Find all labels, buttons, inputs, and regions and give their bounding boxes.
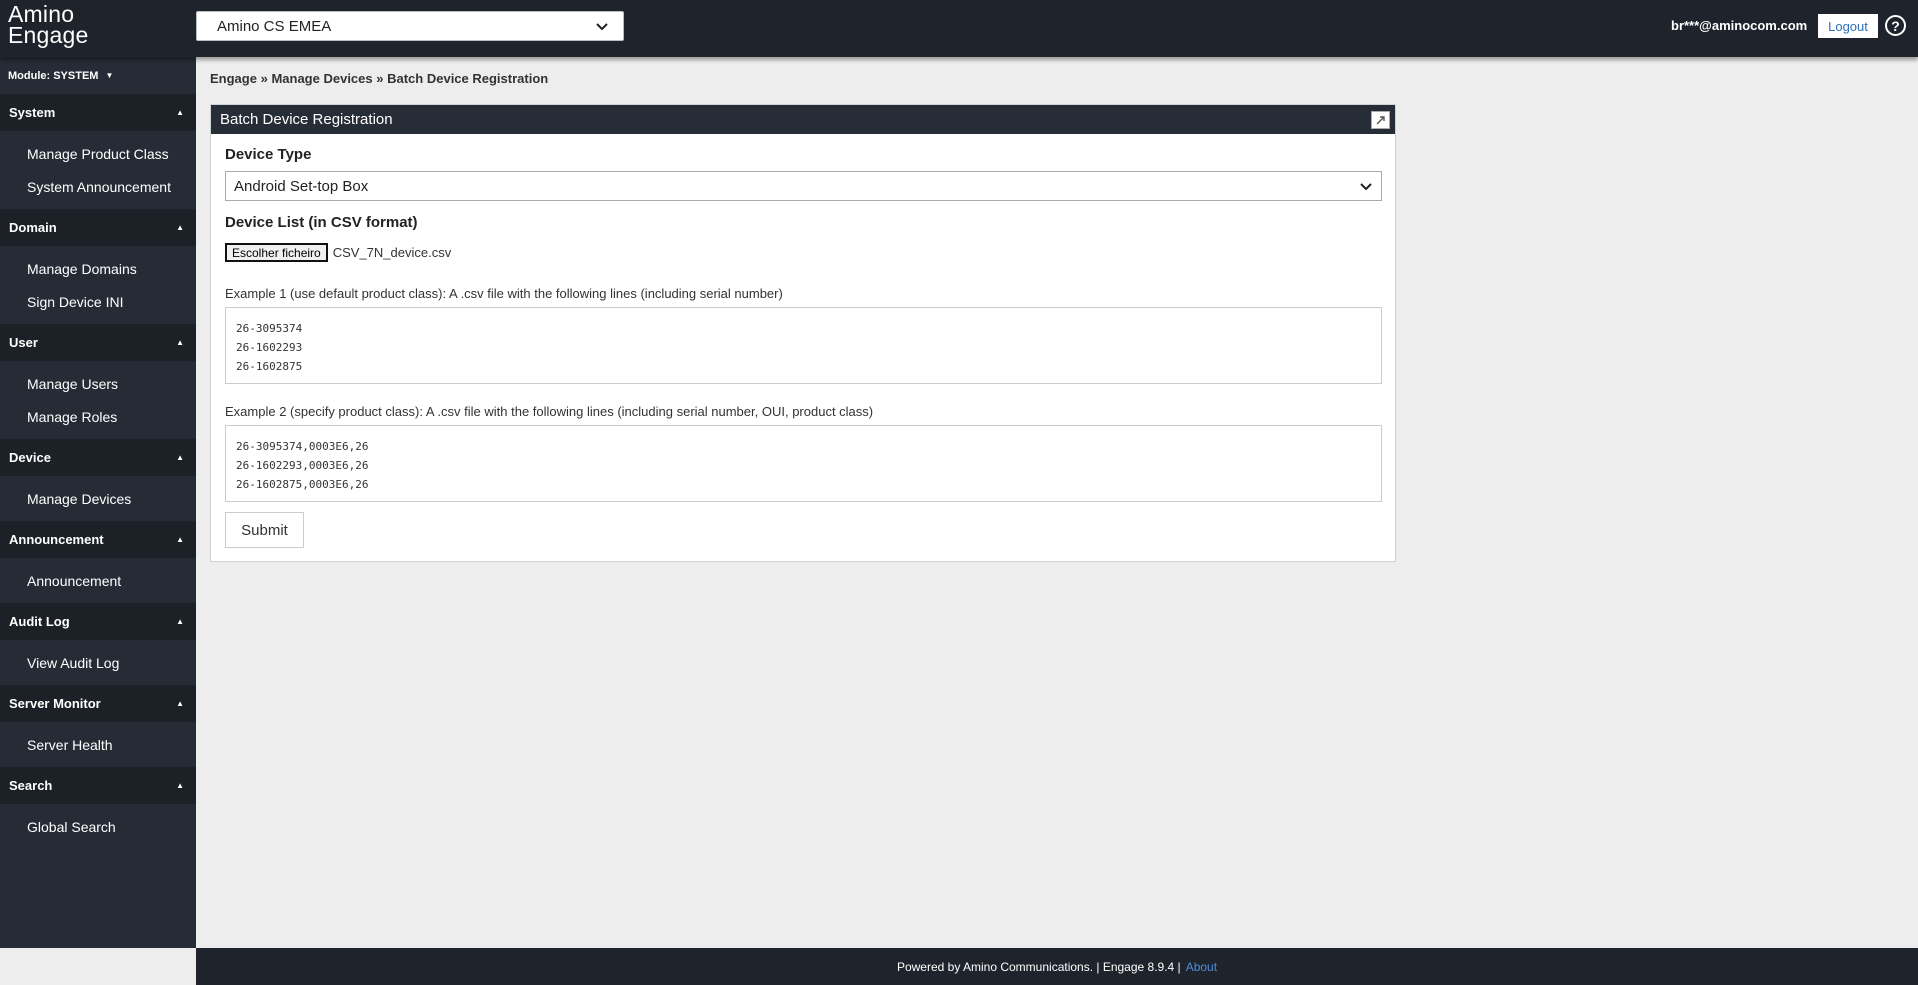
caret-up-icon: ▲: [176, 699, 184, 708]
example2-line: 26-1602293,0003E6,26: [236, 459, 369, 472]
sidebar-item-manage-domains[interactable]: Manage Domains: [0, 252, 196, 285]
sidebar-section-title: Audit Log: [9, 614, 70, 629]
device-type-select[interactable]: Android Set-top Box: [225, 171, 1382, 201]
module-label: Module: SYSTEM: [8, 69, 99, 82]
example1-line: 26-3095374: [236, 322, 303, 335]
example2-line: 26-3095374,0003E6,26: [236, 440, 369, 453]
logout-button[interactable]: Logout: [1818, 14, 1878, 38]
footer-text: Powered by Amino Communications. | Engag…: [896, 959, 1181, 974]
breadcrumb-separator: »: [260, 71, 268, 86]
panel-header: Batch Device Registration: [211, 105, 1395, 134]
breadcrumb-manage-devices[interactable]: Manage Devices: [271, 71, 372, 86]
user-email: br***@aminocom.com: [1671, 18, 1808, 33]
module-selector[interactable]: Module: SYSTEM ▼: [0, 57, 196, 94]
sidebar-section-search[interactable]: Search ▲: [0, 767, 196, 804]
sidebar-section-items: Manage Users Manage Roles: [0, 361, 196, 439]
breadcrumb-separator: »: [376, 71, 384, 86]
domain-select-value: Amino CS EMEA: [217, 17, 332, 35]
device-list-label: Device List (in CSV format): [225, 214, 418, 231]
sidebar-section-title: User: [9, 335, 38, 350]
footer: Powered by Amino Communications. | Engag…: [196, 948, 1918, 985]
caret-up-icon: ▲: [176, 223, 184, 232]
sidebar-item-announcement[interactable]: Announcement: [0, 564, 196, 597]
choose-file-button[interactable]: Escolher ficheiro: [225, 243, 328, 262]
sidebar-section-title: Search: [9, 778, 53, 793]
logo-line-2: Engage: [8, 22, 89, 48]
example2-line: 26-1602875,0003E6,26: [236, 478, 369, 491]
sidebar-item-system-announcement[interactable]: System Announcement: [0, 170, 196, 203]
caret-up-icon: ▲: [176, 108, 184, 117]
breadcrumb: Engage » Manage Devices » Batch Device R…: [210, 71, 548, 86]
sidebar-item-manage-devices[interactable]: Manage Devices: [0, 482, 196, 515]
sidebar-section-title: System: [9, 105, 56, 120]
device-type-label: Device Type: [225, 146, 312, 163]
example2-code: 26-3095374,0003E6,26 26-1602293,0003E6,2…: [225, 425, 1382, 502]
selected-file-name: CSV_7N_device.csv: [332, 245, 452, 260]
sidebar-section-items: View Audit Log: [0, 640, 196, 685]
domain-select[interactable]: Amino CS EMEA: [196, 11, 624, 41]
sidebar-item-manage-product-class[interactable]: Manage Product Class: [0, 137, 196, 170]
breadcrumb-engage[interactable]: Engage: [210, 71, 257, 86]
sidebar-section-items: Manage Domains Sign Device INI: [0, 246, 196, 324]
sidebar-item-manage-roles[interactable]: Manage Roles: [0, 400, 196, 433]
chevron-down-icon: [1360, 183, 1372, 191]
file-input: Escolher ficheiro CSV_7N_device.csv: [225, 243, 1381, 262]
batch-registration-panel: Batch Device Registration Device Type An…: [210, 104, 1396, 562]
sidebar-section-title: Announcement: [9, 532, 104, 547]
expand-icon[interactable]: [1371, 111, 1390, 129]
sidebar-section-items: Manage Devices: [0, 476, 196, 521]
caret-up-icon: ▲: [176, 617, 184, 626]
example2-label: Example 2 (specify product class): A .cs…: [225, 404, 874, 419]
sidebar-section-items: Global Search: [0, 804, 196, 849]
sidebar-section-user[interactable]: User ▲: [0, 324, 196, 361]
breadcrumb-current: Batch Device Registration: [387, 71, 549, 86]
sidebar-section-server-monitor[interactable]: Server Monitor ▲: [0, 685, 196, 722]
caret-up-icon: ▲: [176, 535, 184, 544]
caret-up-icon: ▲: [176, 781, 184, 790]
sidebar-item-manage-users[interactable]: Manage Users: [0, 367, 196, 400]
sidebar-section-system[interactable]: System ▲: [0, 94, 196, 131]
panel-title: Batch Device Registration: [220, 111, 393, 128]
sidebar-section-audit-log[interactable]: Audit Log ▲: [0, 603, 196, 640]
caret-up-icon: ▲: [176, 338, 184, 347]
sidebar-item-view-audit-log[interactable]: View Audit Log: [0, 646, 196, 679]
top-bar: Amino Engage Amino CS EMEA br***@aminoco…: [0, 0, 1918, 57]
sidebar-section-device[interactable]: Device ▲: [0, 439, 196, 476]
sidebar-section-title: Device: [9, 450, 51, 465]
example1-line: 26-1602293: [236, 341, 303, 354]
sidebar-section-items: Announcement: [0, 558, 196, 603]
app-logo[interactable]: Amino Engage: [8, 3, 89, 48]
sidebar-item-sign-device-ini[interactable]: Sign Device INI: [0, 285, 196, 318]
sidebar: Module: SYSTEM ▼ System ▲ Manage Product C…: [0, 57, 196, 948]
sidebar-section-items: Server Health: [0, 722, 196, 767]
submit-button[interactable]: Submit: [225, 512, 304, 548]
chevron-down-icon: [596, 23, 608, 31]
caret-down-icon: ▼: [105, 71, 114, 80]
about-link[interactable]: About: [1186, 960, 1217, 974]
example1-line: 26-1602875: [236, 360, 303, 373]
sidebar-section-title: Domain: [9, 220, 57, 235]
sidebar-section-domain[interactable]: Domain ▲: [0, 209, 196, 246]
example1-label: Example 1 (use default product class): A…: [225, 286, 783, 301]
sidebar-item-global-search[interactable]: Global Search: [0, 810, 196, 843]
caret-up-icon: ▲: [176, 453, 184, 462]
help-icon[interactable]: ?: [1885, 15, 1906, 36]
sidebar-section-announcement[interactable]: Announcement ▲: [0, 521, 196, 558]
sidebar-section-title: Server Monitor: [9, 696, 101, 711]
panel-body: Device Type Android Set-top Box Device L…: [211, 134, 1395, 548]
example1-code: 26-3095374 26-1602293 26-1602875: [225, 307, 1382, 384]
sidebar-section-items: Manage Product Class System Announcement: [0, 131, 196, 209]
sidebar-item-server-health[interactable]: Server Health: [0, 728, 196, 761]
device-type-value: Android Set-top Box: [234, 177, 369, 195]
